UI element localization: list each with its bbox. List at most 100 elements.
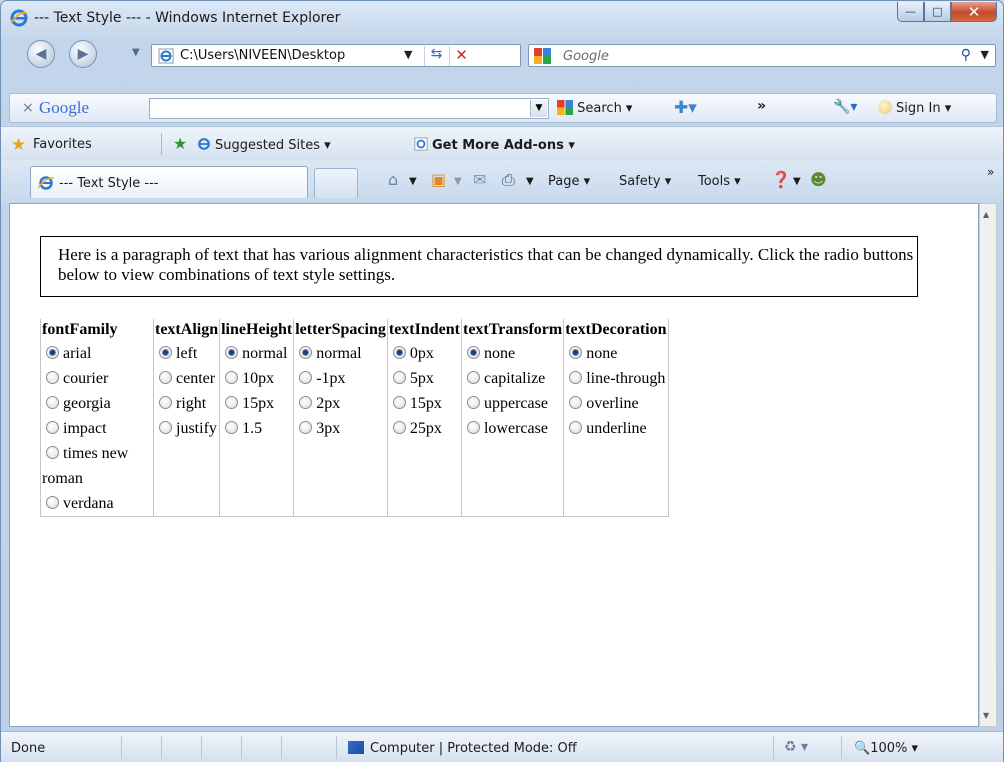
back-button[interactable]: ◀ <box>27 40 55 68</box>
page-menu[interactable]: Page ▾ <box>548 174 590 189</box>
radio-option-lowercase[interactable]: lowercase <box>463 416 562 441</box>
search-dropdown-icon[interactable]: ▼ <box>981 48 989 61</box>
radio-option-10px[interactable]: 10px <box>221 366 292 391</box>
add-favorite-icon[interactable]: ★ <box>173 134 187 153</box>
help-dropdown-icon[interactable]: ▼ <box>793 176 801 187</box>
radio-button[interactable] <box>159 396 172 409</box>
radio-button[interactable] <box>466 421 480 434</box>
search-box[interactable]: Google ⚲ ▼ <box>528 44 996 67</box>
radio-option-minus-1px[interactable]: -1px <box>295 366 386 391</box>
radio-button[interactable] <box>225 421 239 434</box>
close-button[interactable]: ✕ <box>951 2 997 22</box>
radio-option-impact[interactable]: impact <box>42 416 152 441</box>
radio-button[interactable] <box>569 396 583 409</box>
toolbar-more-button[interactable]: » <box>757 98 766 114</box>
safety-menu[interactable]: Safety ▾ <box>619 174 671 189</box>
minimize-button[interactable]: — <box>897 2 924 22</box>
radio-button[interactable] <box>46 396 59 409</box>
radio-option-3px[interactable]: 3px <box>295 416 386 441</box>
radio-option-courier[interactable]: courier <box>42 366 152 391</box>
sign-in-button[interactable]: Sign In ▾ <box>878 100 951 116</box>
scroll-up-icon[interactable]: ▲ <box>983 210 989 219</box>
radio-button[interactable] <box>225 371 239 384</box>
maximize-button[interactable]: □ <box>924 2 951 22</box>
radio-button[interactable] <box>299 346 313 359</box>
radio-option-arial[interactable]: arial <box>42 341 152 366</box>
google-search-input[interactable]: ▼ <box>149 98 549 119</box>
radio-option-overline[interactable]: overline <box>565 391 666 416</box>
toolbar-close-icon[interactable]: × <box>22 100 34 116</box>
radio-button[interactable] <box>392 421 406 434</box>
google-search-button[interactable]: Search ▾ <box>557 100 632 116</box>
feeds-dropdown-icon[interactable]: ▼ <box>454 176 462 187</box>
search-icon[interactable]: ⚲ <box>961 47 971 63</box>
add-button-icon[interactable]: ✚▾ <box>674 98 697 118</box>
radio-option-center[interactable]: center <box>155 366 218 391</box>
radio-option-normal[interactable]: normal <box>295 341 386 366</box>
scroll-down-icon[interactable]: ▼ <box>983 711 989 720</box>
refresh-icon[interactable]: ⇆ <box>424 46 448 66</box>
mail-icon[interactable]: ✉ <box>473 170 486 189</box>
radio-button[interactable] <box>159 346 172 359</box>
recent-pages-dropdown[interactable]: ▼ <box>132 47 140 58</box>
radio-button[interactable] <box>392 346 406 359</box>
print-icon[interactable]: ⎙ <box>502 170 515 190</box>
new-tab-button[interactable] <box>314 168 358 198</box>
get-addons-button[interactable]: Get More Add-ons ▾ <box>414 137 575 153</box>
radio-option-capitalize[interactable]: capitalize <box>463 366 562 391</box>
wrench-icon[interactable]: 🔧▾ <box>833 99 857 115</box>
radio-option-normal[interactable]: normal <box>221 341 292 366</box>
address-bar[interactable]: C:\Users\NIVEEN\Desktop ▼ ⇆ ✕ <box>151 44 521 67</box>
address-dropdown-icon[interactable]: ▼ <box>404 48 412 61</box>
radio-option-line-through[interactable]: line-through <box>565 366 666 391</box>
radio-button[interactable] <box>569 346 583 359</box>
print-dropdown-icon[interactable]: ▼ <box>526 176 534 187</box>
radio-option-25px[interactable]: 25px <box>389 416 460 441</box>
home-icon[interactable]: ⌂ <box>388 170 398 189</box>
google-search-dropdown-icon[interactable]: ▼ <box>530 100 547 117</box>
zoom-level[interactable]: 🔍100% ▾ <box>854 741 918 756</box>
radio-option-15px[interactable]: 15px <box>221 391 292 416</box>
radio-button[interactable] <box>299 396 313 409</box>
forward-button[interactable]: ▶ <box>69 40 97 68</box>
home-dropdown-icon[interactable]: ▼ <box>409 176 417 187</box>
radio-button[interactable] <box>299 371 313 384</box>
radio-button[interactable] <box>46 346 59 359</box>
radio-button[interactable] <box>299 421 313 434</box>
radio-option-none[interactable]: none <box>565 341 666 366</box>
suggested-sites-button[interactable]: Suggested Sites ▾ <box>197 137 331 153</box>
radio-option-left[interactable]: left <box>155 341 218 366</box>
radio-option-none[interactable]: none <box>463 341 562 366</box>
radio-button[interactable] <box>392 371 406 384</box>
radio-button[interactable] <box>466 396 480 409</box>
radio-option-0px[interactable]: 0px <box>389 341 460 366</box>
radio-button[interactable] <box>392 396 406 409</box>
radio-option-times-new-roman[interactable]: times new roman <box>42 441 152 491</box>
radio-button[interactable] <box>46 421 59 434</box>
radio-option-2px[interactable]: 2px <box>295 391 386 416</box>
radio-option-5px[interactable]: 5px <box>389 366 460 391</box>
radio-button[interactable] <box>466 346 480 359</box>
radio-option-justify[interactable]: justify <box>155 416 218 441</box>
radio-button[interactable] <box>46 371 59 384</box>
feeds-icon[interactable]: ▣ <box>431 170 446 189</box>
radio-button[interactable] <box>569 421 583 434</box>
radio-button[interactable] <box>46 446 59 459</box>
security-zone[interactable]: Computer | Protected Mode: Off <box>348 741 577 756</box>
help-icon[interactable]: ❓ <box>771 170 791 189</box>
radio-button[interactable] <box>569 371 583 384</box>
radio-option-1-5[interactable]: 1.5 <box>221 416 292 441</box>
protected-mode-icon[interactable]: ♻ ▾ <box>784 739 808 755</box>
radio-button[interactable] <box>466 371 480 384</box>
radio-option-uppercase[interactable]: uppercase <box>463 391 562 416</box>
stop-icon[interactable]: ✕ <box>449 46 473 66</box>
radio-button[interactable] <box>159 421 172 434</box>
radio-option-right[interactable]: right <box>155 391 218 416</box>
radio-option-georgia[interactable]: georgia <box>42 391 152 416</box>
tab-text-style[interactable]: --- Text Style --- <box>30 166 308 198</box>
radio-button[interactable] <box>225 346 239 359</box>
radio-button[interactable] <box>46 496 59 509</box>
radio-option-underline[interactable]: underline <box>565 416 666 441</box>
radio-option-15px[interactable]: 15px <box>389 391 460 416</box>
research-icon[interactable]: ☻ <box>810 170 827 189</box>
